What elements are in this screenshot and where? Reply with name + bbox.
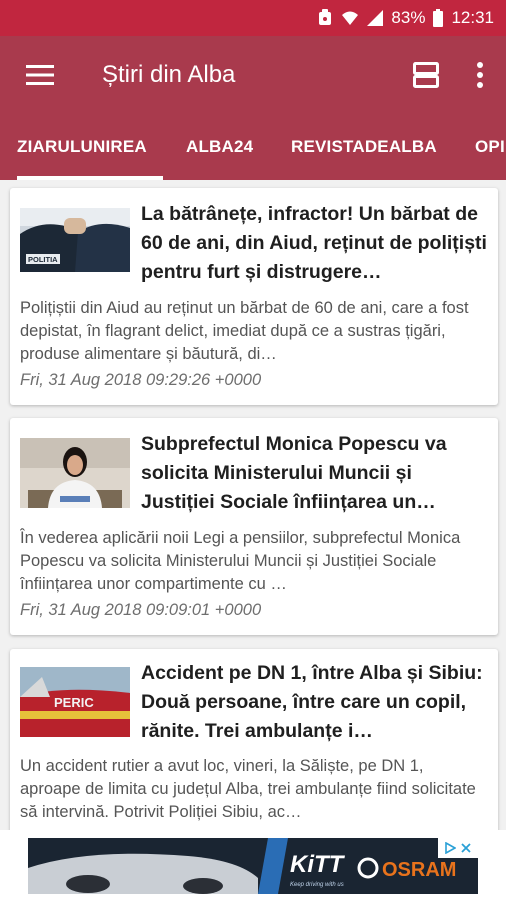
ad-controls[interactable]: [438, 838, 478, 858]
article-description: În vederea aplicării noii Legi a pensiil…: [20, 529, 461, 593]
view-toggle-button[interactable]: [398, 36, 454, 114]
article-feed: POLITIA La bătrânețe, infractor! Un bărb…: [0, 180, 506, 830]
close-icon[interactable]: [460, 842, 472, 854]
view-agenda-icon: [413, 62, 439, 88]
ad-banner[interactable]: KiTT Keep driving with us OSRAM: [0, 830, 506, 900]
menu-button[interactable]: [0, 36, 80, 114]
svg-text:PERIC: PERIC: [54, 695, 94, 710]
svg-text:POLITIA: POLITIA: [28, 255, 58, 264]
tab-revistadealba[interactable]: REVISTADEALBA: [291, 114, 437, 180]
article-thumbnail: [20, 438, 130, 508]
article-card[interactable]: PERIC Accident pe DN 1, între Alba și Si…: [10, 649, 498, 830]
article-thumbnail: PERIC: [20, 667, 130, 737]
article-description: Un accident rutier a avut loc, vineri, l…: [20, 757, 476, 821]
article-date: Fri, 31 Aug 2018 09:09:01 +0000: [20, 601, 262, 619]
article-title[interactable]: Accident pe DN 1, între Alba și Sibiu: D…: [141, 659, 488, 746]
status-bar: 83% 12:31: [0, 0, 506, 36]
ad-choices-icon[interactable]: [444, 842, 456, 854]
article-date: Fri, 31 Aug 2018 09:29:26 +0000: [20, 371, 262, 389]
article-description: Polițiștii din Aiud au reținut un bărbat…: [20, 299, 469, 363]
app-bar: Știri din Alba: [0, 36, 506, 114]
article-title[interactable]: La bătrânețe, infractor! Un bărbat de 60…: [141, 200, 488, 287]
tab-alba24[interactable]: ALBA24: [186, 114, 253, 180]
app-title: Știri din Alba: [102, 61, 236, 88]
tab-ziarulunirea[interactable]: ZIARULUNIREA: [17, 114, 163, 180]
more-options-button[interactable]: [454, 36, 506, 114]
notification-icon: [317, 9, 333, 27]
article-title[interactable]: Subprefectul Monica Popescu va solicita …: [141, 430, 488, 517]
source-tabs: ZIARULUNIREA ALBA24 REVISTADEALBA OPI: [0, 114, 506, 180]
svg-text:KiTT: KiTT: [290, 851, 346, 878]
battery-percent: 83%: [391, 8, 426, 27]
article-thumbnail: POLITIA: [20, 208, 130, 272]
svg-text:Keep driving with us: Keep driving with us: [290, 882, 344, 888]
tab-opi[interactable]: OPI: [475, 114, 505, 180]
article-card[interactable]: Subprefectul Monica Popescu va solicita …: [10, 418, 498, 635]
battery-icon: [433, 9, 444, 27]
svg-text:OSRAM: OSRAM: [382, 859, 456, 881]
wifi-icon: [341, 10, 359, 26]
clock: 12:31: [451, 8, 494, 27]
ad-creative[interactable]: KiTT Keep driving with us OSRAM: [28, 838, 478, 894]
hamburger-menu-icon: [26, 65, 54, 85]
article-card[interactable]: POLITIA La bătrânețe, infractor! Un bărb…: [10, 188, 498, 405]
signal-icon: [367, 10, 384, 26]
more-vert-icon: [477, 62, 483, 88]
